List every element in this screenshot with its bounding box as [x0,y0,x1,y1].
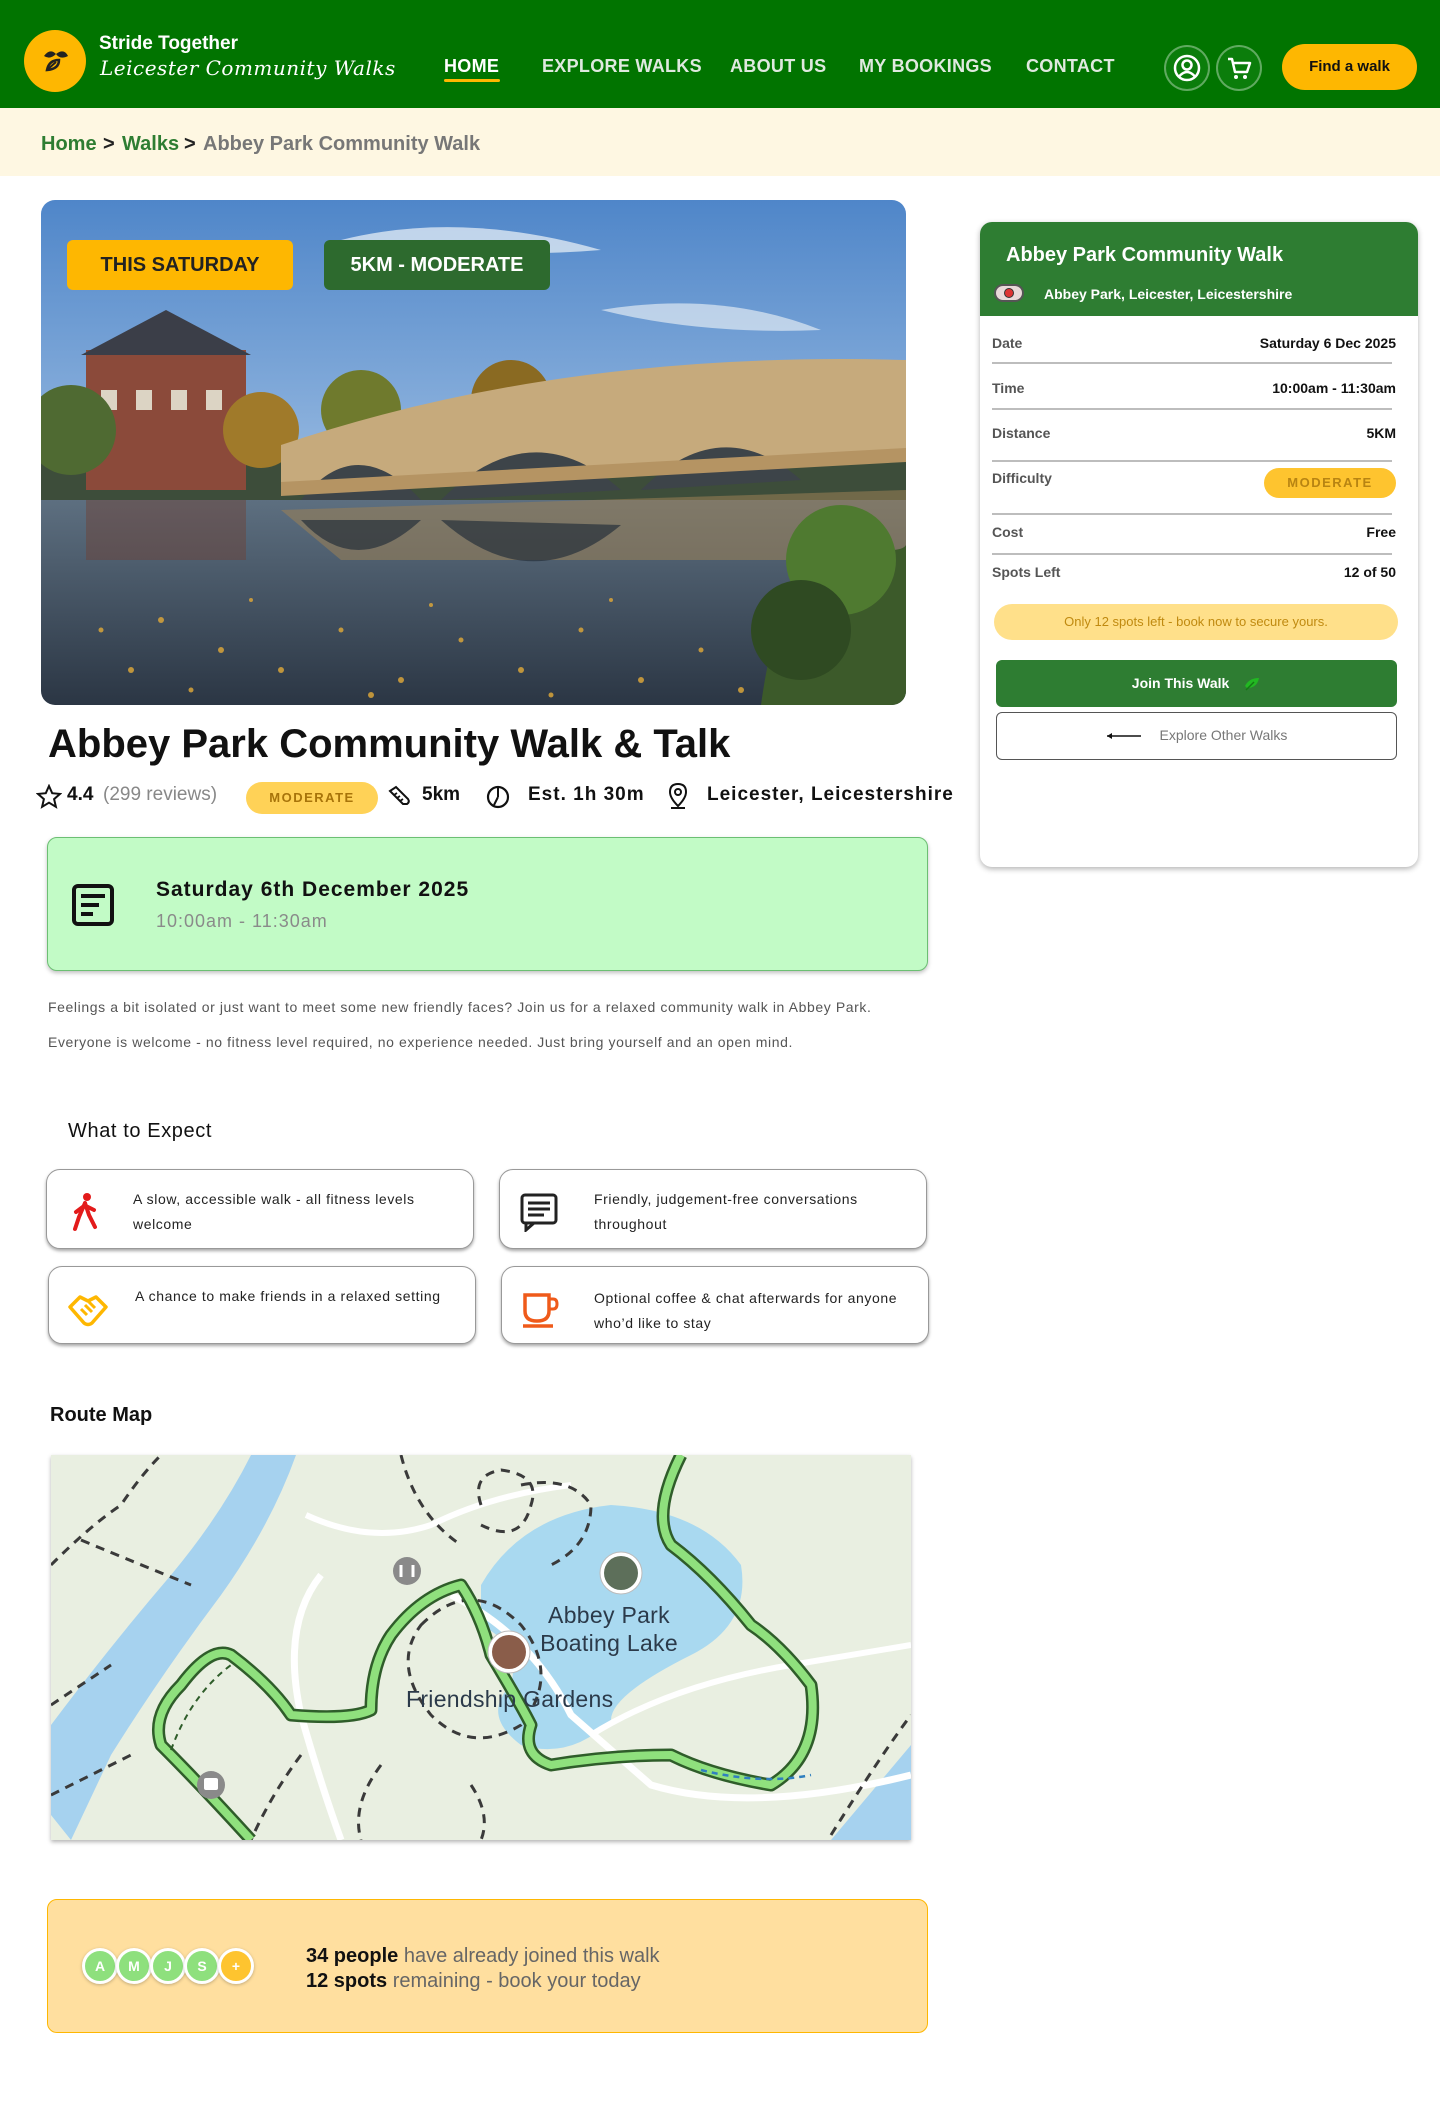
walking-person-icon [73,1193,97,1231]
sidebar-location: Abbey Park, Leicester, Leicestershire [1044,286,1293,302]
join-walk-button[interactable]: Join This Walk [996,660,1397,707]
location-pin-icon [994,284,1024,302]
divider [992,362,1392,364]
detail-value-date: Saturday 6 Dec 2025 [1259,335,1396,351]
nav-contact[interactable]: CONTACT [1026,56,1115,77]
sidebar-header: Abbey Park Community Walk Abbey Park, Le… [980,222,1418,316]
low-spots-warning: Only 12 spots left - book now to secure … [994,604,1398,640]
detail-label-date: Date [992,335,1023,351]
detail-value-time: 10:00am - 11:30am [1272,380,1396,396]
difficulty-badge: MODERATE [246,782,378,814]
divider [992,553,1392,555]
divider [992,513,1392,515]
duration-value: Est. 1h 30m [528,784,645,805]
map-lake-label: Abbey Park Boating Lake [529,1601,689,1657]
detail-label-difficulty: Difficulty [992,470,1052,486]
divider [992,460,1392,462]
breadcrumb-walks[interactable]: Walks [122,133,179,156]
handshake-icon [68,1295,108,1327]
star-icon [36,784,62,809]
detail-label-time: Time [992,380,1025,396]
clock-icon [486,785,510,809]
map-gardens-label: Friendship Gardens [406,1686,614,1712]
route-map-heading: Route Map [50,1404,153,1426]
avatar-more: + [218,1948,254,1984]
event-time: 10:00am - 11:30am [156,911,328,931]
review-count[interactable]: (299 reviews) [103,784,217,806]
shoe-icon [388,785,410,805]
what-to-expect-heading: What to Expect [68,1120,213,1142]
find-walk-button[interactable]: Find a walk [1282,44,1417,90]
divider [992,408,1392,410]
join-walk-label: Join This Walk [1131,675,1230,691]
date-panel: Saturday 6th December 2025 10:00am - 11:… [47,837,928,971]
avatar: J [150,1948,186,1984]
leaf-icon [1245,678,1260,691]
chat-icon [520,1193,558,1232]
breadcrumb-home[interactable]: Home [41,133,97,156]
route-map[interactable]: Abbey Park Boating Lake Friendship Garde… [51,1455,911,1840]
spots-remaining-text: remaining - book your today [387,1970,641,1992]
map-lake-label-line1: Abbey Park [548,1602,670,1628]
calendar-icon [72,884,114,926]
nav-my-bookings[interactable]: MY BOOKINGS [859,56,992,77]
joined-panel: A M J S + 34 people have already joined … [47,1899,928,2033]
location-pin-icon [668,782,688,809]
page-title: Abbey Park Community Walk & Talk [48,722,731,766]
detail-value-distance: 5KM [1366,425,1396,441]
expect-text: A slow, accessible walk - all fitness le… [133,1191,415,1232]
booking-sidebar: Abbey Park Community Walk Abbey Park, Le… [980,222,1418,867]
detail-label-distance: Distance [992,425,1051,441]
arrow-left-icon [1106,733,1141,740]
site-header: Stride Together Leicester Community Walk… [0,0,1440,108]
brand-title: Stride Together [99,33,238,54]
nav-active-underline [444,79,500,82]
joined-count-text: have already joined this walk [398,1945,660,1967]
sidebar-title: Abbey Park Community Walk [1006,244,1284,266]
logo-icon[interactable] [24,30,86,92]
detail-value-cost: Free [1366,524,1396,540]
location-value: Leicester, Leicestershire [707,784,954,805]
breadcrumb-current: Abbey Park Community Walk [203,133,481,155]
this-saturday-tag: THIS SATURDAY [67,240,293,290]
expect-card: A slow, accessible walk - all fitness le… [46,1169,474,1249]
brand-subtitle: Leicester Community Walks [100,56,396,80]
event-date: Saturday 6th December 2025 [156,878,470,901]
distance-value: 5km [422,784,461,805]
distance-level-tag: 5KM - MODERATE [324,240,550,290]
expect-card: Optional coffee & chat afterwards for an… [501,1266,929,1344]
expect-text: A chance to make friends in a relaxed se… [135,1288,441,1304]
avatar: M [116,1948,152,1984]
coffee-cup-icon [523,1293,559,1328]
joined-count: 34 people [306,1945,399,1967]
expect-card: A chance to make friends in a relaxed se… [48,1266,476,1344]
detail-label-cost: Cost [992,524,1024,540]
map-lake-label-line2: Boating Lake [540,1630,678,1656]
avatar: S [184,1948,220,1984]
breadcrumb-separator: > [184,133,196,155]
nav-about-us[interactable]: ABOUT US [730,56,826,77]
nav-explore-walks[interactable]: EXPLORE WALKS [542,56,702,77]
spots-remaining-line: 12 spots remaining - book your today [306,1970,641,1993]
walk-description: Feelings a bit isolated or just want to … [48,999,872,1050]
difficulty-badge: MODERATE [1264,468,1396,498]
detail-label-spots: Spots Left [992,564,1061,580]
explore-other-walks-label: Explore Other Walks [1159,727,1288,743]
expect-text: Friendly, judgement-free conversations t… [594,1191,858,1232]
breadcrumb-separator: > [103,133,115,155]
joined-count-line: 34 people have already joined this walk [306,1945,660,1968]
explore-other-walks-button[interactable]: Explore Other Walks [996,712,1397,760]
nav-home[interactable]: HOME [444,56,499,77]
rating-value: 4.4 [67,784,94,805]
account-icon[interactable] [1164,45,1210,91]
spots-remaining: 12 spots [306,1970,388,1992]
expect-card: Friendly, judgement-free conversations t… [499,1169,927,1249]
avatar: A [82,1948,118,1984]
detail-value-spots: 12 of 50 [1343,564,1396,580]
expect-text: Optional coffee & chat afterwards for an… [594,1290,898,1331]
cart-icon[interactable] [1216,45,1262,91]
